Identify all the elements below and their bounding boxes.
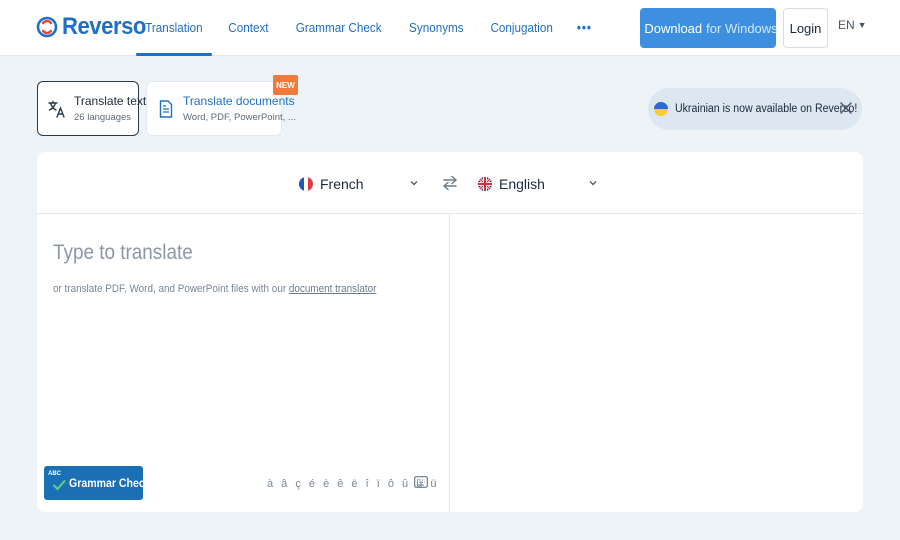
- document-hint-text: or translate PDF, Word, and PowerPoint f…: [53, 283, 287, 295]
- target-language-label: English: [499, 176, 545, 192]
- chevron-down-icon: [410, 181, 418, 186]
- download-label-rest: for Windows: [706, 20, 778, 36]
- main-nav: Translation Context Grammar Check Synony…: [132, 0, 603, 56]
- ui-language-label: EN: [838, 18, 855, 32]
- document-icon: [157, 99, 175, 118]
- grammar-abc-label: ABC: [48, 471, 61, 477]
- source-language-select[interactable]: French: [299, 173, 419, 195]
- close-icon[interactable]: [838, 100, 854, 116]
- source-text-input[interactable]: Type to translate: [53, 241, 193, 265]
- caret-down-icon: ▼: [857, 20, 867, 30]
- ukrainian-notice: Ukrainian is now available on Reverso!: [648, 88, 862, 130]
- login-button[interactable]: Login: [783, 8, 828, 48]
- pane-divider: [449, 214, 450, 512]
- language-bar: French English: [37, 152, 863, 214]
- france-flag-icon: [299, 177, 313, 191]
- document-translator-link[interactable]: document translator: [289, 283, 376, 295]
- nav-context[interactable]: Context: [219, 0, 277, 56]
- ukraine-flag-icon: [654, 102, 668, 116]
- nav-synonyms[interactable]: Synonyms: [400, 0, 473, 56]
- translate-icon: [48, 100, 66, 118]
- translate-text-subtitle: 26 languages: [74, 112, 132, 123]
- translator-panel: French English Type to translate or tran…: [37, 152, 863, 512]
- grammar-check-label: Grammar Check: [69, 476, 151, 490]
- translate-text-title: Translate text: [74, 94, 147, 108]
- notice-text: Ukrainian is now available on Reverso!: [675, 103, 858, 115]
- translate-documents-title: Translate documents: [183, 94, 295, 108]
- source-language-label: French: [320, 176, 364, 192]
- new-badge: NEW: [273, 75, 298, 95]
- download-windows-button[interactable]: Download for Windows: [640, 8, 778, 48]
- target-language-select[interactable]: English: [478, 173, 598, 195]
- document-hint: or translate PDF, Word, and PowerPoint f…: [53, 283, 376, 295]
- reverso-logo-icon: [36, 16, 58, 38]
- nav-more-icon[interactable]: •••: [568, 0, 601, 56]
- swap-languages-icon[interactable]: [441, 174, 459, 192]
- translate-text-card[interactable]: Translate text 26 languages: [37, 81, 146, 136]
- chevron-down-icon: [589, 181, 597, 186]
- nav-grammar-check[interactable]: Grammar Check: [286, 0, 390, 56]
- nav-translation[interactable]: Translation: [136, 0, 212, 56]
- uk-flag-icon: [478, 177, 492, 191]
- top-header: Reverso Translation Context Grammar Chec…: [0, 0, 900, 56]
- checkmark-icon: [53, 480, 66, 491]
- keyboard-icon[interactable]: [414, 476, 428, 488]
- ui-language-dropdown[interactable]: EN ▼: [838, 18, 867, 32]
- nav-conjugation[interactable]: Conjugation: [481, 0, 561, 56]
- translate-documents-card[interactable]: Translate documents Word, PDF, PowerPoin…: [146, 81, 296, 136]
- download-label-main: Download: [644, 20, 703, 36]
- grammar-check-button[interactable]: ABC Grammar Check: [44, 466, 151, 500]
- translate-documents-subtitle: Word, PDF, PowerPoint, ...: [183, 112, 296, 123]
